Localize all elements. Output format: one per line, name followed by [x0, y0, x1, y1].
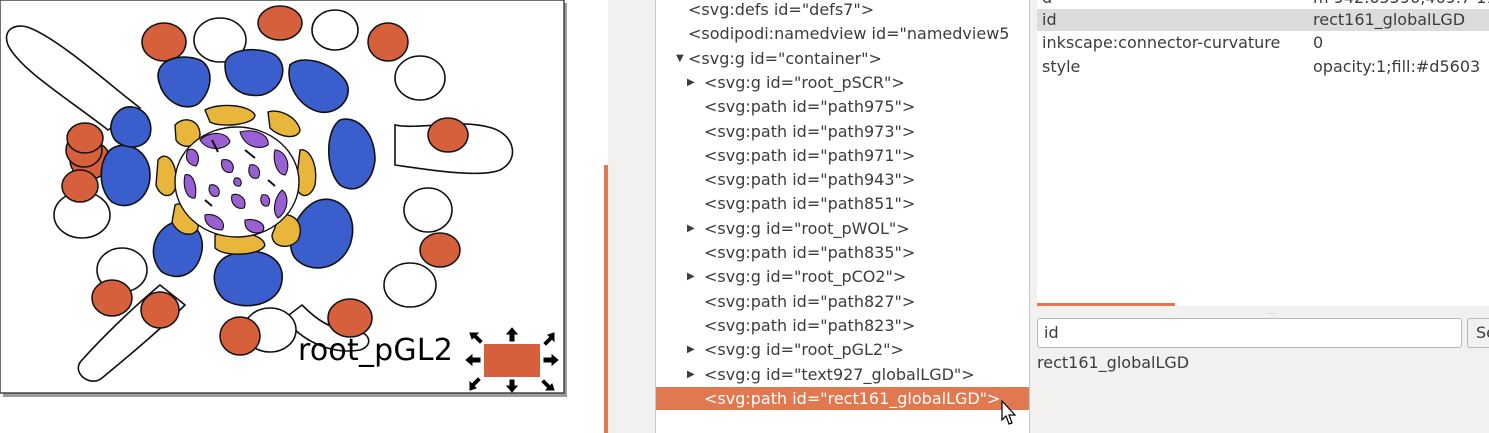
xml-editor-panel: <svg:defs id="defs7"> <sodipodi:namedview…: [608, 0, 1037, 433]
attribute-name: inkscape:connector-curvature: [1042, 33, 1281, 52]
xml-node-label: <svg:g id="root_pWOL">: [704, 218, 910, 238]
attribute-name: style: [1042, 57, 1081, 76]
root-cross-section-drawing[interactable]: [0, 0, 604, 433]
xml-node-label: <svg:g id="root_pGL2">: [704, 340, 904, 360]
mouse-pointer-icon: [1001, 400, 1017, 425]
xml-node-row[interactable]: <svg:path id="path971">: [656, 144, 1029, 167]
attribute-name: id: [1042, 10, 1057, 29]
attribute-scroll-indicator: [1037, 303, 1175, 306]
attribute-name: d: [1042, 0, 1052, 9]
xml-node-label: <svg:path id="path835">: [704, 243, 916, 262]
xml-node-row[interactable]: <svg:path id="path943">: [656, 168, 1029, 191]
xml-node-tree[interactable]: <svg:defs id="defs7"> <sodipodi:namedview…: [655, 0, 1029, 433]
xml-node-label: <svg:defs id="defs7">: [688, 0, 875, 19]
expand-right-icon[interactable]: ▶: [687, 265, 695, 288]
xml-node-label: <svg:g id="root_pSCR">: [704, 72, 905, 92]
attribute-panel: d m 942.65596,469.7 11 id rect161_globalLGD…: [1037, 0, 1489, 433]
stele-cells[interactable]: [174, 126, 300, 238]
xml-node-row[interactable]: <svg:path id="path823">: [656, 314, 1029, 337]
attribute-value-editor[interactable]: rect161_globalLGD: [1037, 353, 1489, 433]
xml-node-label: <svg:path id="path851">: [704, 194, 916, 214]
xml-node-row[interactable]: ▶ <svg:g id="root_pSCR">: [656, 71, 1029, 94]
expand-right-icon[interactable]: ▶: [687, 71, 695, 94]
attribute-row[interactable]: inkscape:connector-curvature 0: [1037, 32, 1489, 54]
attribute-value: opacity:1;fill:#d5603: [1313, 57, 1481, 76]
xml-node-label: <svg:path id="path971">: [704, 145, 916, 165]
drawing-page[interactable]: root_pGL2: [0, 0, 567, 397]
xml-node-row[interactable]: <sodipodi:namedview id="namedview5: [656, 22, 1029, 45]
xml-node-row-selected[interactable]: <svg:path id="rect161_globalLGD">: [656, 386, 1029, 410]
xml-node-label: <svg:path id="path973">: [704, 121, 916, 141]
xml-node-label: <svg:path id="path943">: [704, 170, 916, 190]
expand-right-icon[interactable]: ▶: [687, 363, 695, 386]
expand-down-icon[interactable]: ▼: [676, 47, 684, 70]
xml-node-label: <svg:path id="path823">: [704, 315, 916, 335]
xml-node-row[interactable]: <svg:path id="path835">: [656, 241, 1029, 264]
xml-node-label: <svg:path id="path975">: [704, 97, 916, 117]
attribute-row[interactable]: d m 942.65596,469.7 11: [1037, 0, 1489, 9]
set-attribute-button[interactable]: Se: [1467, 318, 1489, 348]
xml-node-label: <sodipodi:namedview id="namedview5: [688, 24, 1010, 44]
attribute-table[interactable]: d m 942.65596,469.7 11 id rect161_globalLGD…: [1037, 0, 1489, 306]
attribute-value: m 942.65596,469.7 11: [1313, 0, 1489, 9]
xml-node-row[interactable]: <svg:path id="path851">: [656, 192, 1029, 215]
xml-node-row[interactable]: ▶ <svg:g id="root_pCO2">: [656, 265, 1029, 288]
canvas-area[interactable]: root_pGL2: [0, 0, 604, 433]
expand-right-icon[interactable]: ▶: [687, 338, 695, 361]
xml-node-row[interactable]: ▼ <svg:g id="container">: [656, 47, 1029, 70]
attribute-name-input[interactable]: id: [1037, 318, 1462, 348]
attribute-value: rect161_globalLGD: [1313, 10, 1466, 29]
selected-rect161[interactable]: [484, 344, 540, 377]
attribute-row[interactable]: style opacity:1;fill:#d5603: [1037, 56, 1489, 78]
xml-node-row[interactable]: <svg:path id="path827">: [656, 290, 1029, 313]
xml-node-row[interactable]: <svg:defs id="defs7">: [656, 0, 1029, 21]
xml-node-row[interactable]: ▶ <svg:g id="root_pGL2">: [656, 338, 1029, 361]
xml-node-row[interactable]: <svg:path id="path975">: [656, 95, 1029, 118]
root-pgl2-label[interactable]: root_pGL2: [298, 333, 453, 368]
expand-right-icon[interactable]: ▶: [687, 217, 695, 240]
xml-node-label: <svg:path id="path827">: [704, 291, 916, 311]
xml-node-row[interactable]: ▶ <svg:g id="root_pWOL">: [656, 217, 1029, 240]
xml-node-label: <svg:g id="root_pCO2">: [704, 267, 907, 287]
splitter-grip-icon[interactable]: ⋯: [1267, 309, 1275, 318]
attribute-value: 0: [1313, 33, 1324, 52]
xml-node-label: <svg:g id="container">: [688, 48, 882, 68]
xml-node-label: <svg:path id="rect161_globalLGD">: [704, 388, 1001, 408]
xml-node-row[interactable]: ▶ <svg:g id="text927_globalLGD">: [656, 363, 1029, 386]
xml-node-label: <svg:g id="text927_globalLGD">: [704, 364, 975, 384]
attribute-row[interactable]: id rect161_globalLGD: [1037, 9, 1489, 31]
xml-node-row[interactable]: <svg:path id="path973">: [656, 120, 1029, 143]
